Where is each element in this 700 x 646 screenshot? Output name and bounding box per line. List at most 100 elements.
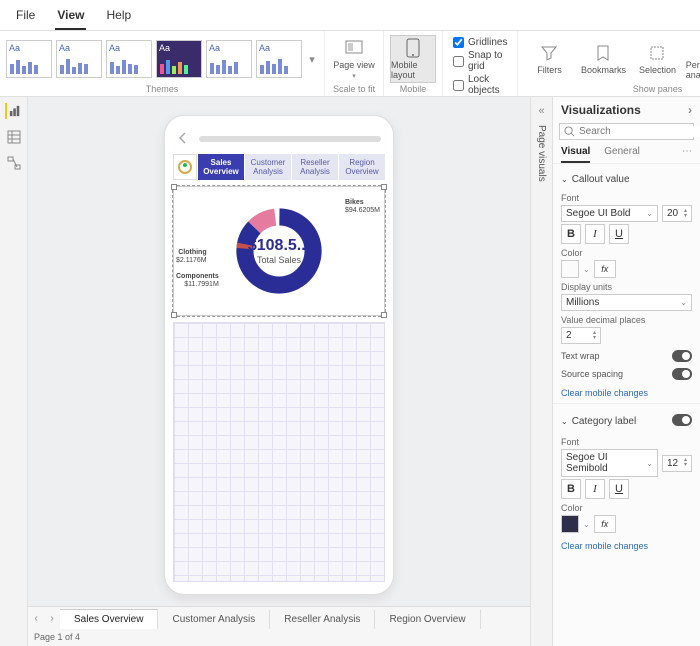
fx-button[interactable]: fx	[594, 260, 616, 278]
menu-file[interactable]: File	[14, 4, 37, 30]
theme-swatch-3[interactable]: Aa	[106, 40, 152, 78]
gridlines-checkbox[interactable]: Gridlines	[453, 37, 507, 48]
decimal-input[interactable]: 2▴▾	[561, 327, 601, 344]
italic-button-cat[interactable]: I	[585, 479, 605, 499]
performance-button[interactable]: Performance analyzer	[686, 35, 700, 83]
bold-button-cat[interactable]: B	[561, 479, 581, 499]
tab-general[interactable]: General	[604, 146, 640, 163]
mobile-layout-button[interactable]: Mobile layout	[390, 35, 436, 83]
sheet-tab-reseller[interactable]: Reseller Analysis	[270, 609, 375, 629]
color-dropdown-cat[interactable]: ⌄	[583, 520, 590, 529]
menu-help[interactable]: Help	[104, 4, 133, 30]
left-rail	[0, 97, 28, 646]
mobile-phone-frame: Sales Overview Customer Analysis Reselle…	[164, 115, 394, 595]
phone-tab-reseller[interactable]: Reseller Analysis	[292, 154, 338, 180]
group-label-showpanes: Show panes	[633, 83, 683, 96]
callout-label: Total Sales	[248, 255, 310, 265]
category-label-toggle[interactable]	[672, 414, 692, 426]
theme-swatch-6[interactable]: Aa	[256, 40, 302, 78]
label-font-cat: Font	[561, 437, 692, 447]
group-label-scale: Scale to fit	[333, 83, 375, 96]
color-swatch[interactable]	[561, 260, 579, 278]
label-decimal: Value decimal places	[561, 315, 692, 325]
font-family-select[interactable]: Segoe UI Bold⌄	[561, 205, 658, 222]
underline-button[interactable]: U	[609, 224, 629, 244]
page-view-icon	[344, 38, 364, 58]
font-size-input-cat[interactable]: 12▴▾	[662, 455, 692, 472]
expand-icon[interactable]: «	[538, 105, 544, 117]
page-visuals-collapsed[interactable]: « Page visuals	[530, 97, 552, 646]
group-label-themes: Themes	[146, 83, 179, 96]
filters-button[interactable]: Filters	[524, 35, 574, 83]
search-box[interactable]	[559, 123, 694, 140]
sheet-prev[interactable]: ‹	[28, 613, 44, 624]
text-wrap-toggle[interactable]	[672, 350, 692, 362]
label-source-spacing: Source spacing	[561, 369, 623, 379]
tab-visual[interactable]: Visual	[561, 146, 590, 163]
sheet-tab-customer[interactable]: Customer Analysis	[158, 609, 270, 629]
italic-button[interactable]: I	[585, 224, 605, 244]
search-icon	[564, 126, 575, 137]
page-visuals-label: Page visuals	[536, 125, 547, 182]
bold-button[interactable]: B	[561, 224, 581, 244]
selection-button[interactable]: Selection	[632, 35, 682, 83]
donut-visual[interactable]: $108.5... Total Sales Bikes$94.6205M Clo…	[173, 186, 385, 316]
label-color: Color	[561, 248, 692, 258]
themes-expand[interactable]: ▾	[306, 53, 318, 66]
mobile-grid-area[interactable]	[173, 322, 385, 582]
sheet-tab-region[interactable]: Region Overview	[375, 609, 480, 629]
display-units-select[interactable]: Millions⌄	[561, 294, 692, 311]
canvas[interactable]: Sales Overview Customer Analysis Reselle…	[28, 97, 530, 606]
title-placeholder	[199, 136, 381, 142]
underline-button-cat[interactable]: U	[609, 479, 629, 499]
label-display-units: Display units	[561, 282, 692, 292]
back-icon[interactable]	[177, 132, 191, 146]
bookmarks-button[interactable]: Bookmarks	[578, 35, 628, 83]
bookmark-icon	[593, 43, 613, 63]
fx-button-cat[interactable]: fx	[594, 515, 616, 533]
lock-checkbox[interactable]: Lock objects	[453, 74, 507, 96]
theme-swatch-2[interactable]: Aa	[56, 40, 102, 78]
sheet-next[interactable]: ›	[44, 613, 60, 624]
status-bar: Page 1 of 4	[28, 630, 530, 646]
page-view-button[interactable]: Page view ▾	[331, 35, 377, 83]
color-dropdown[interactable]: ⌄	[583, 265, 590, 274]
source-spacing-toggle[interactable]	[672, 368, 692, 380]
ribbon: Aa Aa Aa Aa Aa Aa ▾ Themes Page view ▾ S…	[0, 31, 700, 97]
callout-value: $108.5...	[248, 237, 310, 255]
section-category-label[interactable]: ⌄Category label	[561, 410, 692, 433]
section-callout-value[interactable]: ⌄Callout value	[561, 170, 692, 189]
label-font: Font	[561, 193, 692, 203]
selection-icon	[647, 43, 667, 63]
viz-title: Visualizations	[561, 103, 641, 117]
theme-swatch-1[interactable]: Aa	[6, 40, 52, 78]
clear-mobile-link[interactable]: Clear mobile changes	[561, 388, 648, 398]
menu-view[interactable]: View	[55, 4, 86, 30]
data-view-icon[interactable]	[6, 129, 22, 145]
model-view-icon[interactable]	[6, 155, 22, 171]
logo-icon	[173, 154, 197, 180]
theme-swatch-5[interactable]: Aa	[206, 40, 252, 78]
phone-tab-customer[interactable]: Customer Analysis	[245, 154, 291, 180]
report-view-icon[interactable]	[5, 103, 21, 119]
filter-icon	[539, 43, 559, 63]
theme-swatch-4[interactable]: Aa	[156, 40, 202, 78]
clear-mobile-link-cat[interactable]: Clear mobile changes	[561, 541, 648, 551]
more-icon[interactable]: ⋯	[682, 146, 692, 163]
snap-checkbox[interactable]: Snap to grid	[453, 50, 507, 72]
phone-tab-region[interactable]: Region Overview	[339, 154, 385, 180]
font-family-select-cat[interactable]: Segoe UI Semibold⌄	[561, 449, 658, 477]
data-label-components: Components$11.7991M	[176, 273, 219, 288]
label-color-cat: Color	[561, 503, 692, 513]
phone-tab-sales[interactable]: Sales Overview	[198, 154, 244, 180]
sheet-tabs: ‹ › Sales Overview Customer Analysis Res…	[28, 606, 530, 630]
font-size-input[interactable]: 20▴▾	[662, 205, 692, 222]
group-label-mobile: Mobile	[400, 83, 427, 96]
search-input[interactable]	[579, 126, 700, 137]
color-swatch-cat[interactable]	[561, 515, 579, 533]
visualizations-pane: Visualizations › Visual General ⋯ ⌄Callo…	[552, 97, 700, 646]
collapse-icon[interactable]: ›	[688, 103, 692, 117]
sheet-tab-sales[interactable]: Sales Overview	[60, 609, 158, 629]
data-label-bikes: Bikes$94.6205M	[345, 199, 380, 214]
mobile-icon	[403, 38, 423, 58]
